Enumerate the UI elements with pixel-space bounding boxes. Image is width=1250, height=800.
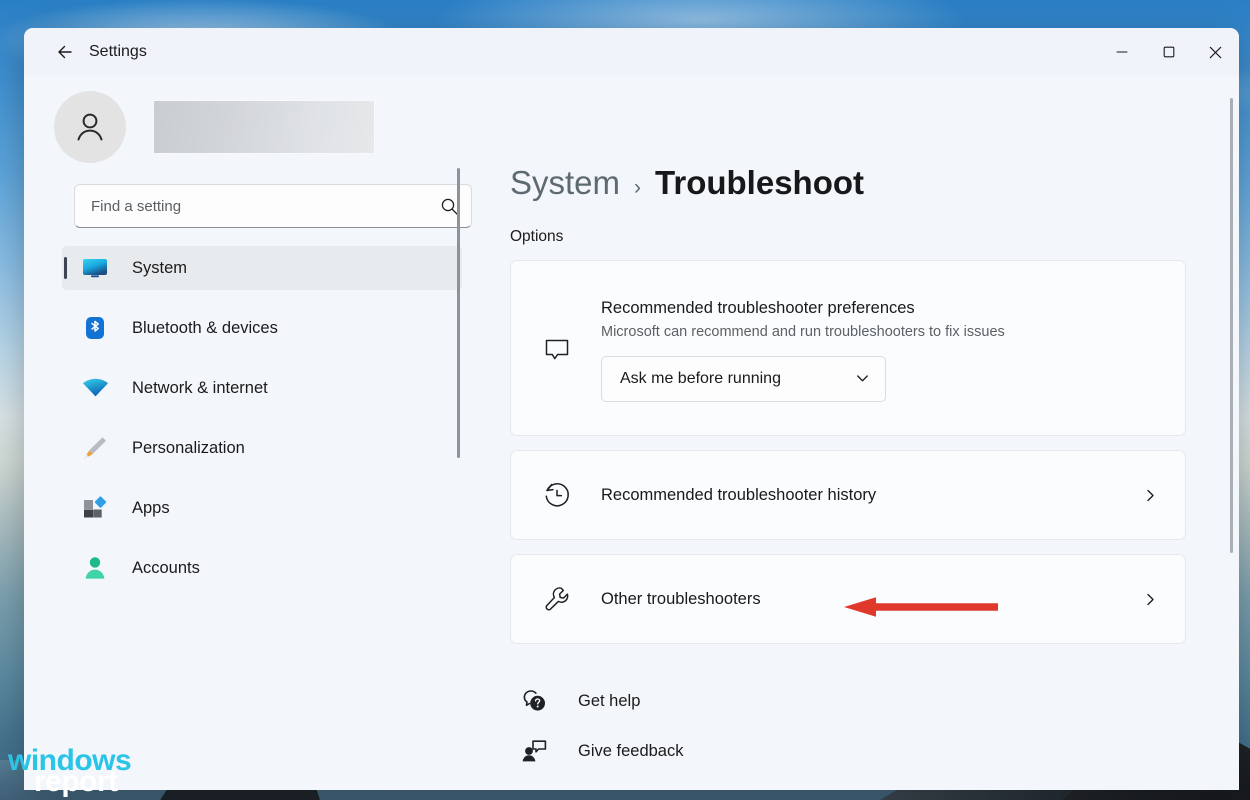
back-arrow-icon [54, 41, 76, 63]
card-title: Other troubleshooters [601, 590, 1137, 609]
section-label-options: Options [510, 228, 1211, 246]
link-label: Give feedback [578, 742, 683, 761]
minimize-button[interactable] [1098, 28, 1145, 76]
page-title: Troubleshoot [655, 164, 864, 202]
search-input[interactable] [91, 198, 440, 215]
card-recommended-troubleshooter-history[interactable]: Recommended troubleshooter history [510, 450, 1186, 540]
card-text-block: Recommended troubleshooter history [601, 486, 1137, 505]
sidebar: System Bluetooth & devices [24, 76, 472, 790]
recommended-preference-dropdown[interactable]: Ask me before running [601, 356, 886, 402]
wifi-icon [80, 374, 110, 402]
speech-bubble-icon [535, 335, 579, 365]
breadcrumb-separator: › [634, 176, 641, 200]
person-avatar-icon [71, 108, 109, 146]
card-title: Recommended troubleshooter preferences [601, 299, 1163, 318]
account-name-redacted [154, 101, 374, 153]
person-icon [80, 554, 110, 582]
apps-icon [80, 494, 110, 522]
get-help-link[interactable]: Get help [512, 676, 842, 726]
help-question-icon [512, 688, 556, 715]
sidebar-item-system[interactable]: System [62, 246, 462, 290]
paintbrush-icon [80, 434, 110, 462]
profile-block[interactable] [54, 88, 472, 166]
sidebar-item-label: System [132, 259, 187, 278]
sidebar-item-bluetooth-devices[interactable]: Bluetooth & devices [62, 306, 462, 350]
give-feedback-link[interactable]: Give feedback [512, 726, 842, 776]
footer-links: Get help Give feedback [512, 676, 1211, 776]
content-scrollbar[interactable] [1230, 98, 1233, 553]
maximize-icon [1163, 46, 1175, 58]
close-button[interactable] [1192, 28, 1239, 76]
feedback-person-icon [512, 738, 556, 765]
sidebar-item-apps[interactable]: Apps [62, 486, 462, 530]
sidebar-scrollbar[interactable] [457, 168, 460, 458]
chevron-right-icon [1137, 591, 1163, 608]
window-title: Settings [89, 43, 147, 61]
card-other-troubleshooters[interactable]: Other troubleshooters [510, 554, 1186, 644]
avatar [54, 91, 126, 163]
history-clock-icon [535, 480, 579, 510]
link-label: Get help [578, 692, 640, 711]
sidebar-item-accounts[interactable]: Accounts [62, 546, 462, 590]
main-content: System › Troubleshoot Options Recommende… [472, 76, 1239, 790]
wrench-icon [535, 584, 579, 614]
sidebar-item-label: Personalization [132, 439, 245, 458]
sidebar-item-label: Bluetooth & devices [132, 319, 278, 338]
sidebar-item-label: Apps [132, 499, 170, 518]
card-subtitle: Microsoft can recommend and run troubles… [601, 324, 1163, 340]
sidebar-nav-list: System Bluetooth & devices [62, 246, 482, 598]
sidebar-item-label: Accounts [132, 559, 200, 578]
desktop-wallpaper: Settings [0, 0, 1250, 800]
maximize-button[interactable] [1145, 28, 1192, 76]
card-text-block: Recommended troubleshooter preferences M… [601, 299, 1163, 402]
card-title: Recommended troubleshooter history [601, 486, 1137, 505]
bluetooth-icon [80, 314, 110, 342]
sidebar-item-personalization[interactable]: Personalization [62, 426, 462, 470]
window-body: System Bluetooth & devices [24, 76, 1239, 790]
sidebar-item-label: Network & internet [132, 379, 268, 398]
monitor-icon [80, 254, 110, 282]
title-bar: Settings [24, 28, 1239, 76]
search-box[interactable] [74, 184, 472, 228]
minimize-icon [1116, 46, 1128, 58]
chevron-down-icon [854, 370, 871, 387]
back-button[interactable] [46, 35, 84, 69]
chevron-right-icon [1137, 487, 1163, 504]
dropdown-selected-value: Ask me before running [620, 370, 781, 388]
card-recommended-troubleshooter-preferences: Recommended troubleshooter preferences M… [510, 260, 1186, 436]
card-text-block: Other troubleshooters [601, 590, 1137, 609]
window-controls [1098, 28, 1239, 76]
settings-window: Settings [24, 28, 1239, 790]
breadcrumb: System › Troubleshoot [510, 164, 1211, 202]
sidebar-item-network-internet[interactable]: Network & internet [62, 366, 462, 410]
close-icon [1209, 46, 1222, 59]
breadcrumb-root-link[interactable]: System [510, 164, 620, 202]
